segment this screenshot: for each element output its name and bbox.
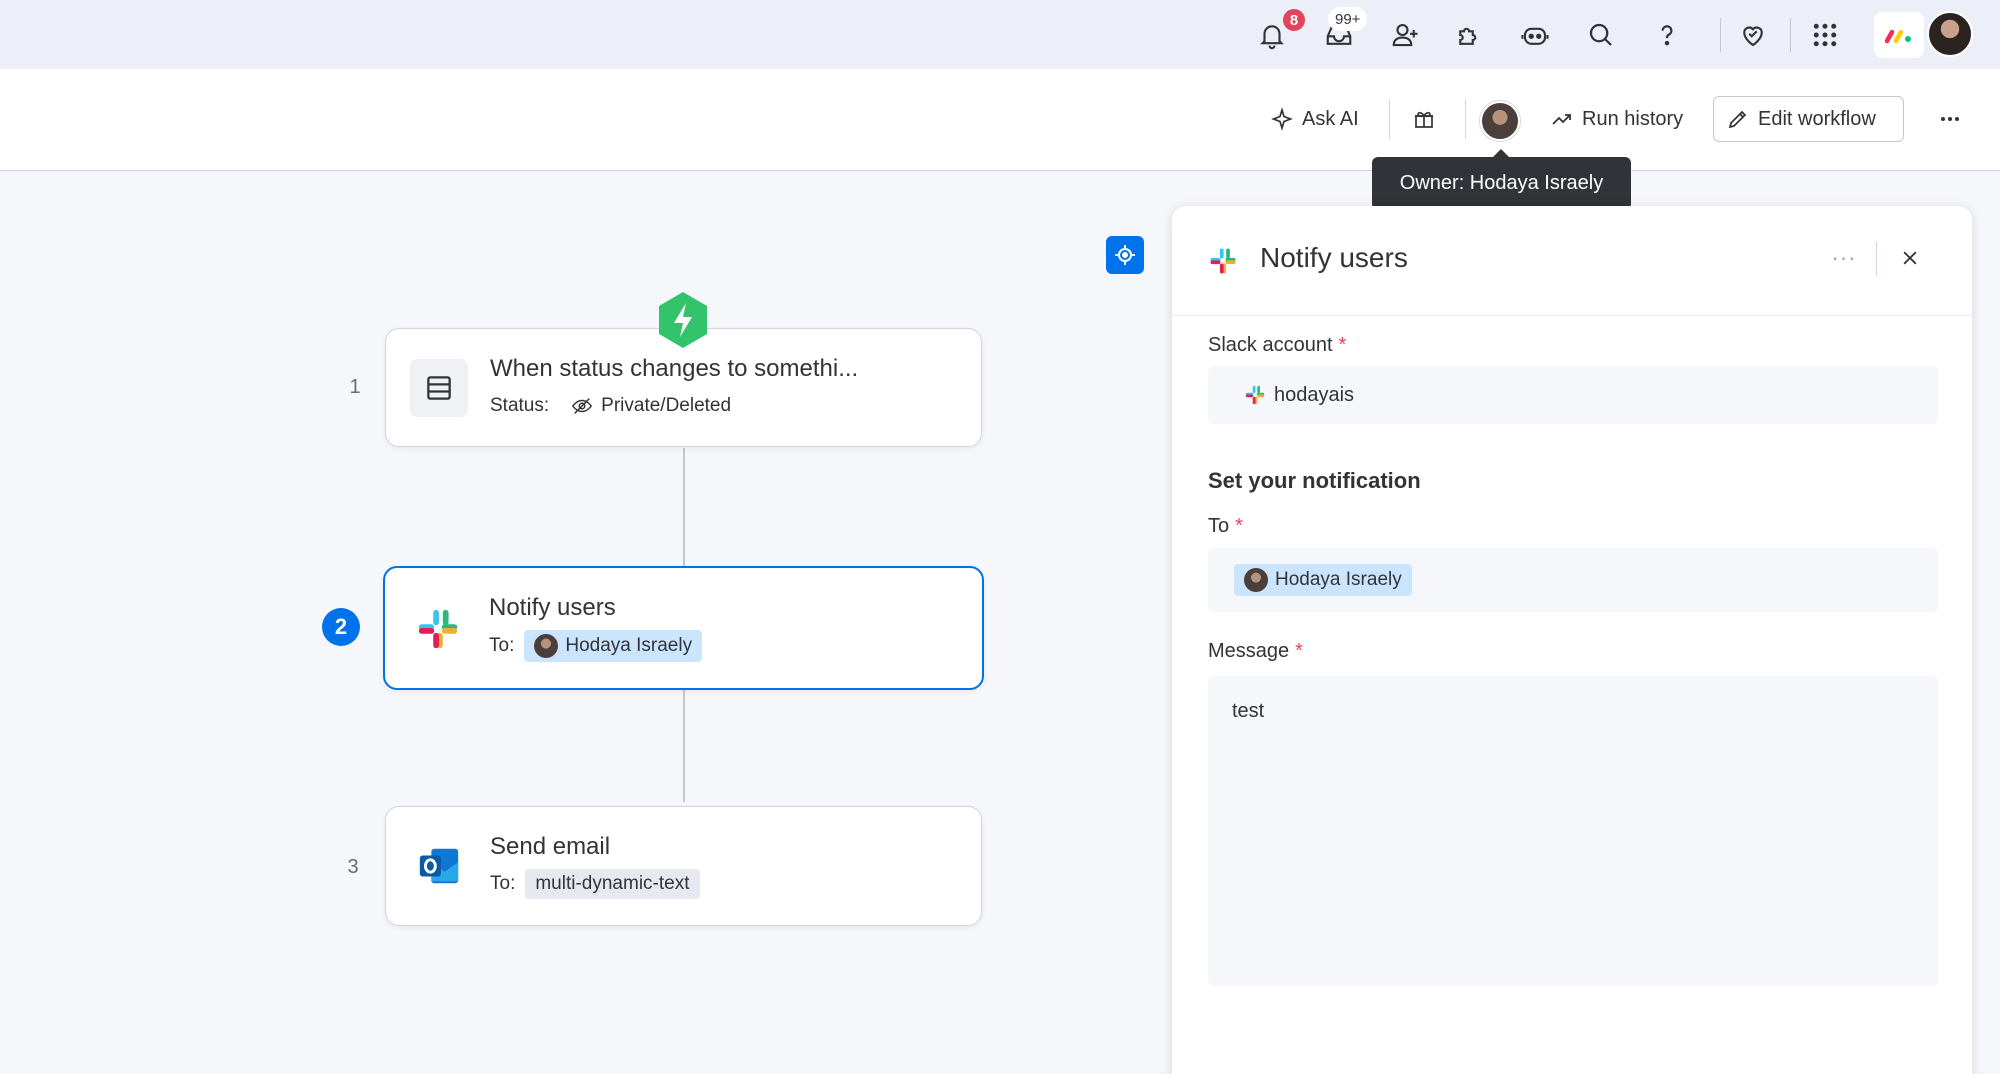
step-number: 3 xyxy=(347,856,359,878)
ask-ai-label: Ask AI xyxy=(1302,107,1359,130)
lightning-trigger-icon xyxy=(659,292,707,348)
status-value: Private/Deleted xyxy=(571,395,731,417)
trend-icon xyxy=(1552,114,1571,125)
header-divider xyxy=(1389,99,1390,139)
board-table-icon xyxy=(410,359,468,417)
step-title: Notify users xyxy=(489,594,616,621)
to-field[interactable]: Hodaya Israely xyxy=(1208,548,1938,612)
ai-bot-icon[interactable] xyxy=(1510,10,1560,60)
to-label: To: xyxy=(490,873,516,894)
recipient-chip[interactable]: Hodaya Israely xyxy=(1234,564,1412,596)
owner-tooltip: Owner: Hodaya Israely xyxy=(1372,149,1631,210)
gift-button[interactable] xyxy=(1400,96,1448,142)
more-horizontal-icon xyxy=(1941,117,1959,121)
topbar-divider xyxy=(1720,18,1721,52)
step-title: Send email xyxy=(490,833,611,860)
eye-off-icon xyxy=(572,398,593,414)
recipient-avatar xyxy=(534,634,559,658)
connector-line xyxy=(683,690,685,802)
monday-logo-icon[interactable] xyxy=(1874,12,1924,58)
step-title: When status changes to somethi... xyxy=(490,355,859,382)
recipient-avatar xyxy=(1244,568,1268,592)
run-history-label: Run history xyxy=(1582,107,1684,130)
to-label: To: xyxy=(489,635,515,656)
edit-workflow-label: Edit workflow xyxy=(1758,107,1876,130)
apps-grid-icon[interactable] xyxy=(1800,10,1850,60)
outlook-icon xyxy=(410,837,468,895)
status-label: Status: xyxy=(490,395,550,416)
status-value-text: Private/Deleted xyxy=(601,395,732,416)
heart-icon[interactable] xyxy=(1728,10,1778,60)
message-textarea[interactable]: test xyxy=(1208,676,1938,986)
recipient-name: Hodaya Israely xyxy=(1275,569,1402,590)
workflow-step-email[interactable]: Send email To: multi-dynamic-text xyxy=(385,806,982,926)
step-number-active: 2 xyxy=(322,608,360,646)
slack-account-value: hodayais xyxy=(1274,383,1355,406)
section-title: Set your notification xyxy=(1208,468,1421,493)
search-icon[interactable] xyxy=(1576,10,1626,60)
message-text: test xyxy=(1232,700,1265,722)
integrations-icon[interactable] xyxy=(1444,10,1494,60)
panel-divider xyxy=(1876,242,1877,276)
header-divider xyxy=(1465,99,1466,139)
recenter-button[interactable] xyxy=(1106,236,1144,274)
step-subtitle: To: Hodaya Israely xyxy=(489,630,703,662)
top-bar: 8 99+ xyxy=(0,0,2000,69)
ask-ai-button[interactable]: Ask AI xyxy=(1258,96,1371,142)
to-field-label: To * xyxy=(1208,515,1243,537)
message-label: Message * xyxy=(1208,640,1303,662)
sparkle-icon xyxy=(1271,107,1293,131)
slack-account-select[interactable]: hodayais xyxy=(1208,366,1938,424)
invite-user-icon[interactable] xyxy=(1380,10,1430,60)
dynamic-text-chip: multi-dynamic-text xyxy=(525,869,700,899)
edit-workflow-button[interactable]: Edit workflow xyxy=(1713,96,1904,142)
step-subtitle: Status: Private/Deleted xyxy=(490,395,731,417)
workflow-step-notify[interactable]: Notify users To: Hodaya Israely xyxy=(383,566,984,690)
more-options-button[interactable] xyxy=(1926,96,1974,142)
inbox-badge: 99+ xyxy=(1328,7,1368,31)
user-avatar[interactable] xyxy=(1927,11,1973,57)
gift-icon xyxy=(1415,111,1433,128)
pencil-icon xyxy=(1728,110,1747,129)
recipient-name: Hodaya Israely xyxy=(565,635,693,656)
step-subtitle: To: multi-dynamic-text xyxy=(490,869,700,899)
panel-header: Notify users ··· xyxy=(1172,206,1972,316)
owner-avatar[interactable] xyxy=(1480,101,1520,141)
close-icon[interactable] xyxy=(1888,238,1932,278)
slack-icon xyxy=(1245,385,1265,405)
slack-account-label: Slack account * xyxy=(1208,334,1347,356)
run-history-button[interactable]: Run history xyxy=(1538,96,1695,142)
connector-line xyxy=(683,448,685,566)
help-icon[interactable] xyxy=(1642,10,1692,60)
recipient-chip: Hodaya Israely xyxy=(524,630,703,662)
step-number: 1 xyxy=(349,376,361,398)
panel-more-icon[interactable]: ··· xyxy=(1822,238,1866,278)
topbar-divider xyxy=(1790,18,1791,52)
step-details-panel: Notify users ··· Slack account * hodayais… xyxy=(1172,206,1972,1074)
workflow-header: Ask AI Run history Edit workflow xyxy=(0,69,2000,171)
slack-icon xyxy=(1208,246,1238,281)
target-icon xyxy=(1115,245,1135,265)
panel-title: Notify users xyxy=(1260,242,1408,273)
notifications-badge: 8 xyxy=(1281,7,1307,33)
slack-icon xyxy=(409,600,467,658)
